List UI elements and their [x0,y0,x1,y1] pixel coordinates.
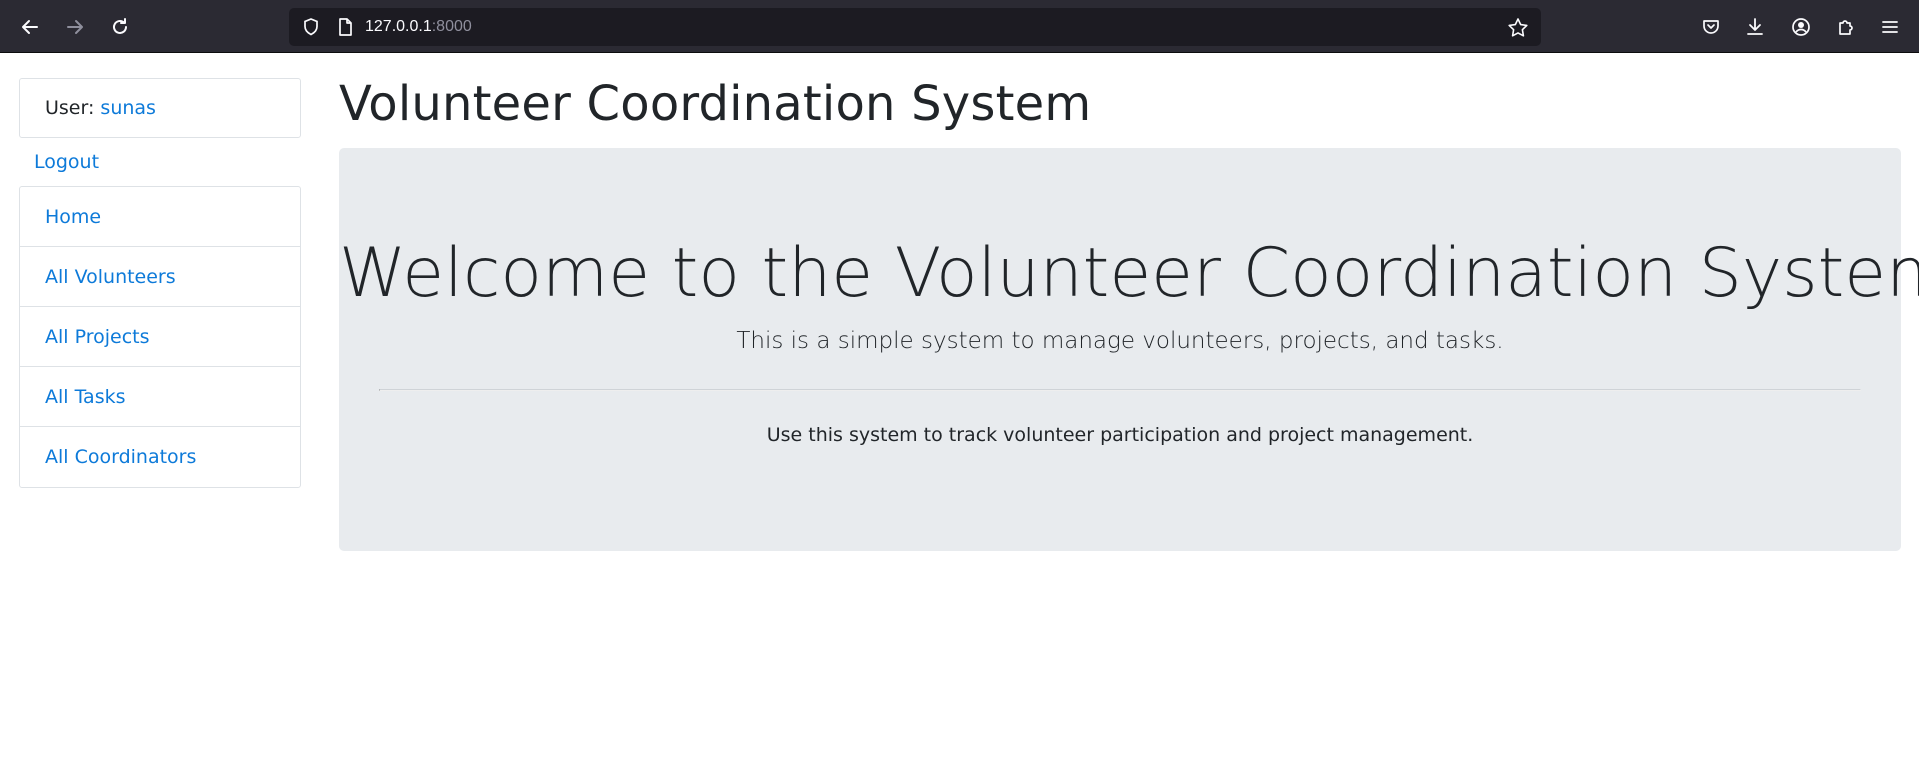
forward-arrow-icon [67,20,83,34]
url-port: :8000 [431,18,472,35]
sidebar-item-home[interactable]: Home [20,187,300,247]
hamburger-menu-icon [1882,21,1898,33]
pocket-button[interactable] [1696,12,1726,42]
divider [379,389,1861,391]
sidebar-item-label[interactable]: All Coordinators [45,446,196,468]
download-icon [1747,18,1763,35]
sidebar-item-label[interactable]: All Tasks [45,386,126,408]
page-icon [339,18,352,36]
forward-button[interactable] [60,12,90,42]
logout-link[interactable]: Logout [34,151,99,173]
back-button[interactable] [15,12,45,42]
reload-icon [113,18,127,34]
menu-button[interactable] [1875,12,1905,42]
sidebar-nav: Home All Volunteers All Projects All Tas… [19,186,301,488]
account-icon [1792,18,1810,36]
sidebar-item-all-volunteers[interactable]: All Volunteers [20,247,300,307]
username-link[interactable]: sunas [100,97,156,119]
puzzle-icon [1839,20,1853,35]
extensions-button[interactable] [1831,12,1861,42]
account-button[interactable] [1786,12,1816,42]
page-title: Volunteer Coordination System [339,76,1092,132]
user-panel: User: sunas [19,78,301,138]
back-arrow-icon [22,20,38,34]
sidebar-item-label[interactable]: All Volunteers [45,266,176,288]
sidebar-item-all-projects[interactable]: All Projects [20,307,300,367]
welcome-lead: This is a simple system to manage volunt… [736,328,1504,354]
reload-button[interactable] [105,12,135,42]
url-bar[interactable]: 127.0.0.1:8000 [289,8,1541,46]
welcome-jumbotron: Welcome to the Volunteer Coordination Sy… [339,148,1919,551]
url-host: 127.0.0.1 [365,18,432,35]
logout-row: Logout [19,138,301,186]
sidebar-item-label[interactable]: Home [45,206,101,228]
sidebar-item-all-tasks[interactable]: All Tasks [20,367,300,427]
welcome-heading: Welcome to the Volunteer Coordination Sy… [339,234,1919,313]
browser-toolbar: 127.0.0.1:8000 [0,0,1919,53]
user-label: User: [45,97,101,119]
bookmark-star-icon[interactable] [1507,17,1529,39]
url-text[interactable]: 127.0.0.1:8000 [365,18,472,36]
welcome-text: Use this system to track volunteer parti… [766,424,1474,446]
sidebar: User: sunas Logout Home All Volunteers A… [19,78,301,488]
downloads-button[interactable] [1740,12,1770,42]
sidebar-item-label[interactable]: All Projects [45,326,150,348]
pocket-icon [1703,20,1719,34]
shield-icon[interactable] [301,17,321,37]
sidebar-item-all-coordinators[interactable]: All Coordinators [20,427,300,487]
